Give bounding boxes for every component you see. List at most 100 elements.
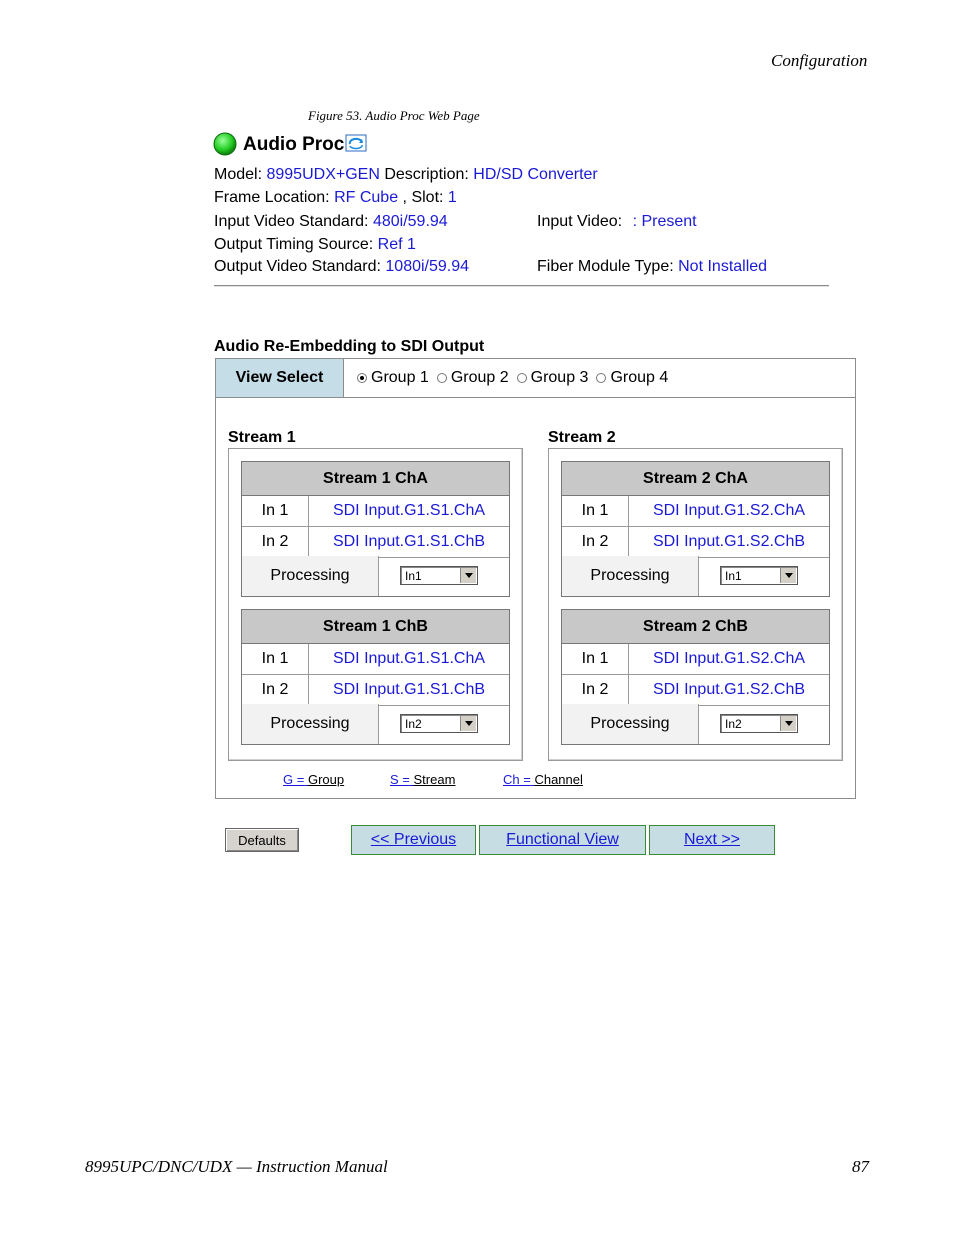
processing-label: Processing (242, 556, 379, 596)
output-video-standard-line: Output Video Standard: 1080i/59.94 (214, 258, 469, 276)
group-1-radio[interactable]: Group 1 (357, 369, 429, 387)
in1-value: SDI Input.G1.S2.ChA (652, 502, 806, 519)
section-header: Configuration (771, 51, 868, 70)
defaults-button[interactable]: Defaults (225, 828, 299, 852)
previous-button[interactable]: << Previous (351, 825, 476, 855)
group-radio-group: Group 1 Group 2 Group 3 Group 4 (357, 369, 676, 387)
input-video-standard-line: Input Video Standard: 480i/59.94 (214, 213, 448, 231)
processing-select[interactable]: In2 (720, 714, 798, 733)
radio-icon[interactable] (436, 373, 447, 383)
fiber-label: Fiber Module Type: (537, 258, 674, 275)
model-line: Model: 8995UDX+GEN Description: HD/SD Co… (214, 166, 598, 184)
in2-value: SDI Input.G1.S1.ChB (332, 533, 486, 550)
processing-select[interactable]: In1 (400, 566, 478, 585)
view-select-label: View Select (216, 359, 344, 398)
channel-title: Stream 2 ChB (562, 610, 829, 644)
slot-label: , Slot: (402, 189, 444, 206)
stream-2-title: Stream 2 (548, 429, 616, 446)
chevron-down-icon[interactable] (460, 716, 476, 731)
legend-stream: S = Stream (390, 772, 456, 787)
stream-1-title: Stream 1 (228, 429, 296, 446)
processing-row: Processing In2 (562, 704, 829, 744)
processing-row: Processing In2 (242, 704, 509, 744)
radio-icon[interactable] (357, 373, 367, 383)
in1-label: In 1 (562, 644, 629, 674)
in2-label: In 2 (242, 675, 309, 705)
group-2-radio[interactable]: Group 2 (436, 369, 509, 387)
group-4-radio[interactable]: Group 4 (596, 369, 668, 387)
processing-label: Processing (562, 704, 699, 744)
stream-2-cha-table: Stream 2 ChA In 1 SDI Input.G1.S2.ChA In… (561, 461, 830, 597)
input-video-value: : Present (632, 213, 697, 230)
processing-select[interactable]: In1 (720, 566, 798, 585)
in2-label: In 2 (562, 675, 629, 705)
stream-1-chb-table: Stream 1 ChB In 1 SDI Input.G1.S1.ChA In… (241, 609, 510, 745)
page-number: 87 (852, 1157, 869, 1176)
processing-row: Processing In1 (242, 556, 509, 596)
in1-label: In 1 (562, 496, 629, 526)
chevron-down-icon[interactable] (780, 716, 796, 731)
channel-title: Stream 1 ChA (242, 462, 509, 496)
description-label: Description: (384, 166, 469, 183)
stream-1-box: Stream 1 ChA In 1 SDI Input.G1.S1.ChA In… (228, 448, 523, 761)
stream-2-chb-table: Stream 2 ChB In 1 SDI Input.G1.S2.ChA In… (561, 609, 830, 745)
page-title: Audio Proc (243, 134, 345, 155)
chevron-down-icon[interactable] (460, 568, 476, 583)
in1-value: SDI Input.G1.S2.ChA (652, 650, 806, 667)
frame-location-line: Frame Location: RF Cube , Slot: 1 (214, 189, 457, 207)
processing-select[interactable]: In2 (400, 714, 478, 733)
in2-value: SDI Input.G1.S2.ChB (652, 533, 806, 550)
header-divider (214, 285, 829, 286)
frame-location-label: Frame Location: (214, 189, 330, 206)
radio-icon[interactable] (596, 373, 607, 383)
timing-label: Output Timing Source: (214, 236, 374, 253)
fiber-value: Not Installed (678, 258, 768, 275)
description-value: HD/SD Converter (473, 166, 598, 183)
input-standard-label: Input Video Standard: (214, 213, 369, 230)
channel-title: Stream 2 ChA (562, 462, 829, 496)
in1-value: SDI Input.G1.S1.ChA (332, 502, 486, 519)
refresh-icon[interactable] (345, 134, 367, 152)
in2-value: SDI Input.G1.S1.ChB (332, 681, 486, 698)
input-video-line: Input Video: : Present (537, 213, 697, 231)
slot-value: 1 (447, 189, 457, 206)
functional-view-button[interactable]: Functional View (479, 825, 646, 855)
in2-row: In 2 SDI Input.G1.S1.ChB (242, 527, 509, 558)
output-timing-line: Output Timing Source: Ref 1 (214, 236, 416, 254)
fiber-module-line: Fiber Module Type: Not Installed (537, 258, 767, 276)
section-title: Audio Re-Embedding to SDI Output (214, 338, 485, 355)
in1-label: In 1 (242, 644, 309, 674)
legend-channel: Ch = Channel (503, 772, 583, 787)
processing-label: Processing (242, 704, 379, 744)
model-value: 8995UDX+GEN (266, 166, 380, 183)
chevron-down-icon[interactable] (780, 568, 796, 583)
input-video-label: Input Video: (537, 213, 623, 230)
in2-row: In 2 SDI Input.G1.S2.ChB (562, 675, 829, 706)
output-standard-label: Output Video Standard: (214, 258, 381, 275)
frame-location-value: RF Cube (334, 189, 399, 206)
in1-label: In 1 (242, 496, 309, 526)
channel-title: Stream 1 ChB (242, 610, 509, 644)
processing-row: Processing In1 (562, 556, 829, 596)
radio-icon[interactable] (516, 373, 527, 383)
in2-label: In 2 (562, 527, 629, 557)
next-button[interactable]: Next >> (649, 825, 775, 855)
footer-manual-title: 8995UPC/DNC/UDX — Instruction Manual (85, 1157, 388, 1176)
in2-row: In 2 SDI Input.G1.S2.ChB (562, 527, 829, 558)
figure-caption: Figure 53. Audio Proc Web Page (308, 108, 480, 123)
reembed-panel: View Select Group 1 Group 2 Group 3 Grou… (215, 358, 856, 799)
model-label: Model: (214, 166, 263, 183)
in1-row: In 1 SDI Input.G1.S2.ChA (562, 496, 829, 527)
processing-label: Processing (562, 556, 699, 596)
in2-row: In 2 SDI Input.G1.S1.ChB (242, 675, 509, 706)
in1-row: In 1 SDI Input.G1.S1.ChA (242, 644, 509, 675)
legend-group: G = Group (283, 772, 345, 787)
timing-value: Ref 1 (377, 236, 416, 253)
stream-2-box: Stream 2 ChA In 1 SDI Input.G1.S2.ChA In… (548, 448, 843, 761)
group-3-radio[interactable]: Group 3 (516, 369, 588, 387)
in1-value: SDI Input.G1.S1.ChA (332, 650, 486, 667)
input-standard-value: 480i/59.94 (372, 213, 448, 230)
in1-row: In 1 SDI Input.G1.S2.ChA (562, 644, 829, 675)
in2-label: In 2 (242, 527, 309, 557)
output-standard-value: 1080i/59.94 (385, 258, 470, 275)
